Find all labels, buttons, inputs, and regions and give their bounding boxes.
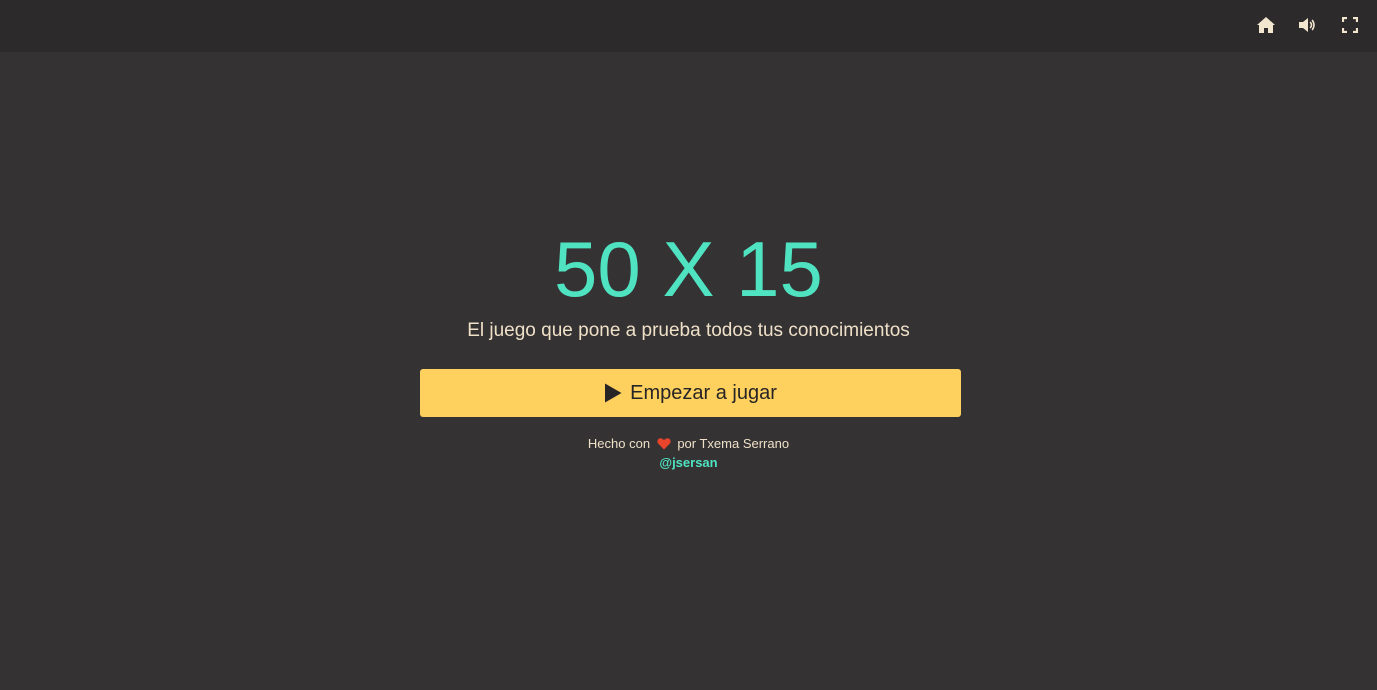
home-icon — [1257, 17, 1275, 33]
author-text: por Txema Serrano — [677, 436, 790, 451]
author-handle-container: @jsersan — [0, 454, 1377, 471]
credits-line: Hecho con por Txema Serrano — [0, 435, 1377, 452]
home-button[interactable] — [1256, 15, 1276, 35]
fullscreen-button[interactable] — [1340, 15, 1360, 35]
author-handle-link[interactable]: @jsersan — [659, 455, 717, 470]
start-game-button[interactable]: Empezar a jugar — [420, 369, 961, 417]
fullscreen-icon — [1342, 17, 1358, 33]
made-with-text: Hecho con — [587, 436, 651, 451]
heart-icon — [657, 437, 671, 450]
start-game-label: Empezar a jugar — [630, 381, 777, 404]
sound-button[interactable] — [1298, 15, 1318, 35]
play-icon — [604, 383, 622, 403]
game-title: 50 X 15 — [554, 225, 823, 313]
volume-icon — [1299, 18, 1315, 32]
top-bar — [0, 0, 1377, 52]
game-subtitle: El juego que pone a prueba todos tus con… — [467, 320, 910, 341]
